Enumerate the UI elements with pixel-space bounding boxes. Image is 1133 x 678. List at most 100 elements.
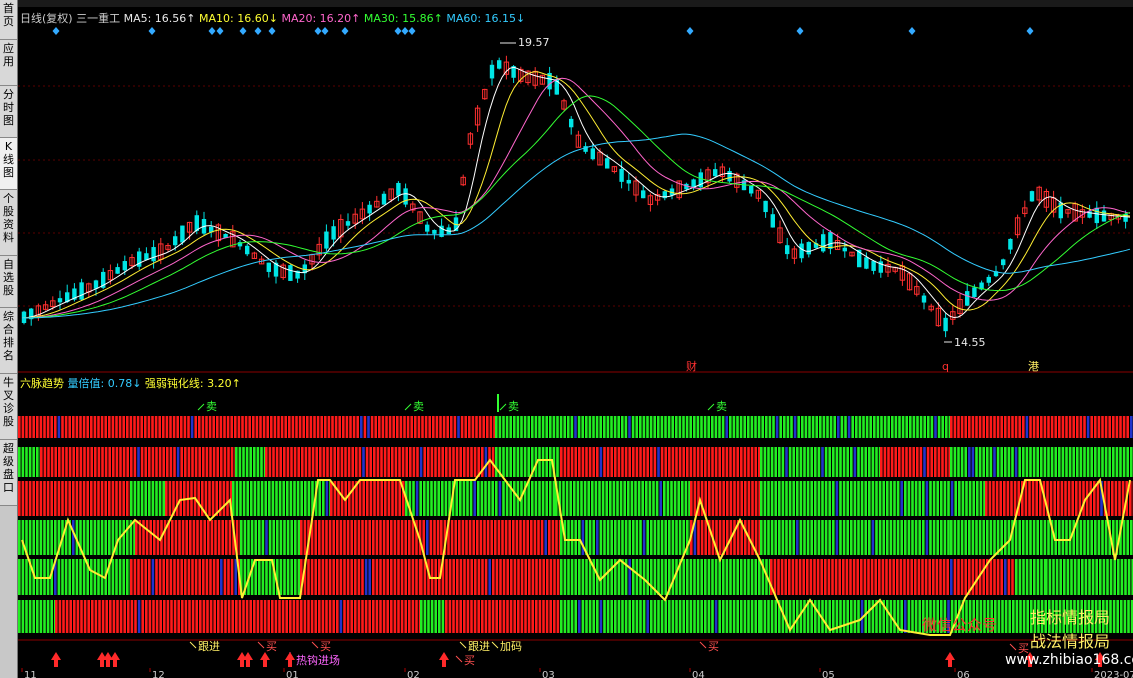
- strip-bar: [778, 481, 781, 516]
- strip-bar: [321, 600, 325, 633]
- strip-bar: [1115, 416, 1119, 438]
- event-marker-hk[interactable]: 港: [1028, 360, 1039, 373]
- strip-bar: [21, 481, 25, 516]
- strip-bar: [989, 416, 993, 438]
- strip-bar: [1102, 559, 1106, 595]
- strip-bar: [437, 481, 440, 516]
- strip-bar: [170, 600, 173, 633]
- strip-bar: [502, 481, 505, 516]
- strip-bar: [668, 520, 671, 555]
- strip-bar: [914, 481, 918, 516]
- strip-bar: [283, 520, 286, 555]
- strip-bar: [906, 559, 910, 595]
- strip-bar: [725, 416, 728, 438]
- strip-bar: [567, 600, 570, 633]
- strip-bar: [293, 447, 297, 477]
- strip-bar: [351, 481, 355, 516]
- strip-bar: [58, 447, 61, 477]
- strip-bar: [743, 416, 746, 438]
- strip-bar: [799, 447, 803, 477]
- strip-bar: [603, 416, 606, 438]
- strip-bar: [968, 416, 971, 438]
- strip-bar: [166, 600, 170, 633]
- strip-bar: [155, 447, 158, 477]
- strip-bar: [1004, 416, 1007, 438]
- strip-bar: [707, 447, 711, 477]
- signal-diamond-icon: [686, 27, 694, 35]
- strip-bar: [850, 600, 853, 633]
- strip-bar: [700, 416, 703, 438]
- kline-chart[interactable]: 19.57 14.55 财 q 港 卖卖卖卖跟进 跟进 加码买买买买买热钩进场 11…: [0, 0, 1133, 678]
- strip-bar: [648, 481, 652, 516]
- strip-bar: [842, 559, 845, 595]
- strip-bar: [1047, 520, 1050, 555]
- strip-bar: [475, 416, 478, 438]
- buy-arrow-icon: [455, 655, 463, 663]
- strip-bar: [989, 559, 993, 595]
- strip-bar: [1083, 416, 1086, 438]
- strip-bar: [272, 447, 275, 477]
- strip-bar: [271, 481, 275, 516]
- strip-bar: [286, 447, 290, 477]
- strip-bar: [166, 447, 169, 477]
- strip-bar: [370, 416, 374, 438]
- strip-bar: [601, 481, 605, 516]
- strip-bar: [875, 520, 878, 555]
- strip-bar: [976, 481, 979, 516]
- candle-body: [151, 247, 156, 262]
- strip-bar: [520, 447, 523, 477]
- strip-bar: [799, 481, 803, 516]
- strip-bar: [196, 520, 199, 555]
- strip-bar: [671, 600, 675, 633]
- strip-bar: [839, 520, 842, 555]
- strip-bar: [740, 447, 743, 477]
- strip-bar: [878, 520, 882, 555]
- strip-bar: [889, 520, 893, 555]
- strip-bar: [729, 447, 732, 477]
- strip-bar: [227, 559, 230, 595]
- strip-bar: [68, 447, 72, 477]
- strip-bar: [97, 447, 101, 477]
- strip-bar: [441, 447, 444, 477]
- strip-bar: [297, 520, 301, 555]
- strip-bar: [785, 600, 788, 633]
- strip-bar: [849, 559, 852, 595]
- moving-average-lines: [21, 66, 1131, 319]
- strip-bar: [816, 559, 820, 595]
- strip-bar: [513, 600, 516, 633]
- strip-bar: [992, 481, 995, 516]
- event-marker-q[interactable]: q: [942, 360, 949, 373]
- strip-bar: [180, 447, 183, 477]
- strip-bar: [390, 520, 393, 555]
- signal-diamond-icon: [239, 27, 247, 35]
- signal-diamond-icon: [52, 27, 60, 35]
- strip-bar: [657, 559, 660, 595]
- strip-bar: [1082, 481, 1085, 516]
- strip-bar: [470, 600, 473, 633]
- strip-bar: [903, 559, 906, 595]
- event-marker-finance[interactable]: 财: [686, 359, 697, 373]
- strip-bar: [386, 600, 389, 633]
- strip-bar: [1101, 416, 1104, 438]
- strip-bar: [1101, 520, 1104, 555]
- strip-bar: [423, 481, 426, 516]
- strip-bar: [412, 481, 415, 516]
- strip-bar: [750, 559, 754, 595]
- strip-bar: [871, 520, 875, 555]
- strip-bar: [1097, 447, 1101, 477]
- strip-bar: [455, 481, 458, 516]
- strip-bar: [217, 520, 221, 555]
- strip-bar: [684, 481, 688, 516]
- strip-bar: [488, 600, 491, 633]
- strip-bar: [346, 600, 350, 633]
- strip-bar: [215, 481, 218, 516]
- strip-bar: [437, 447, 441, 477]
- strip-bar: [79, 481, 82, 516]
- strip-bar: [1112, 600, 1116, 633]
- strip-bar: [318, 559, 321, 595]
- strip-bar: [853, 481, 857, 516]
- strip-bar: [911, 481, 914, 516]
- strip-bar: [145, 520, 149, 555]
- strip-bar: [814, 520, 817, 555]
- strip-bar: [401, 447, 405, 477]
